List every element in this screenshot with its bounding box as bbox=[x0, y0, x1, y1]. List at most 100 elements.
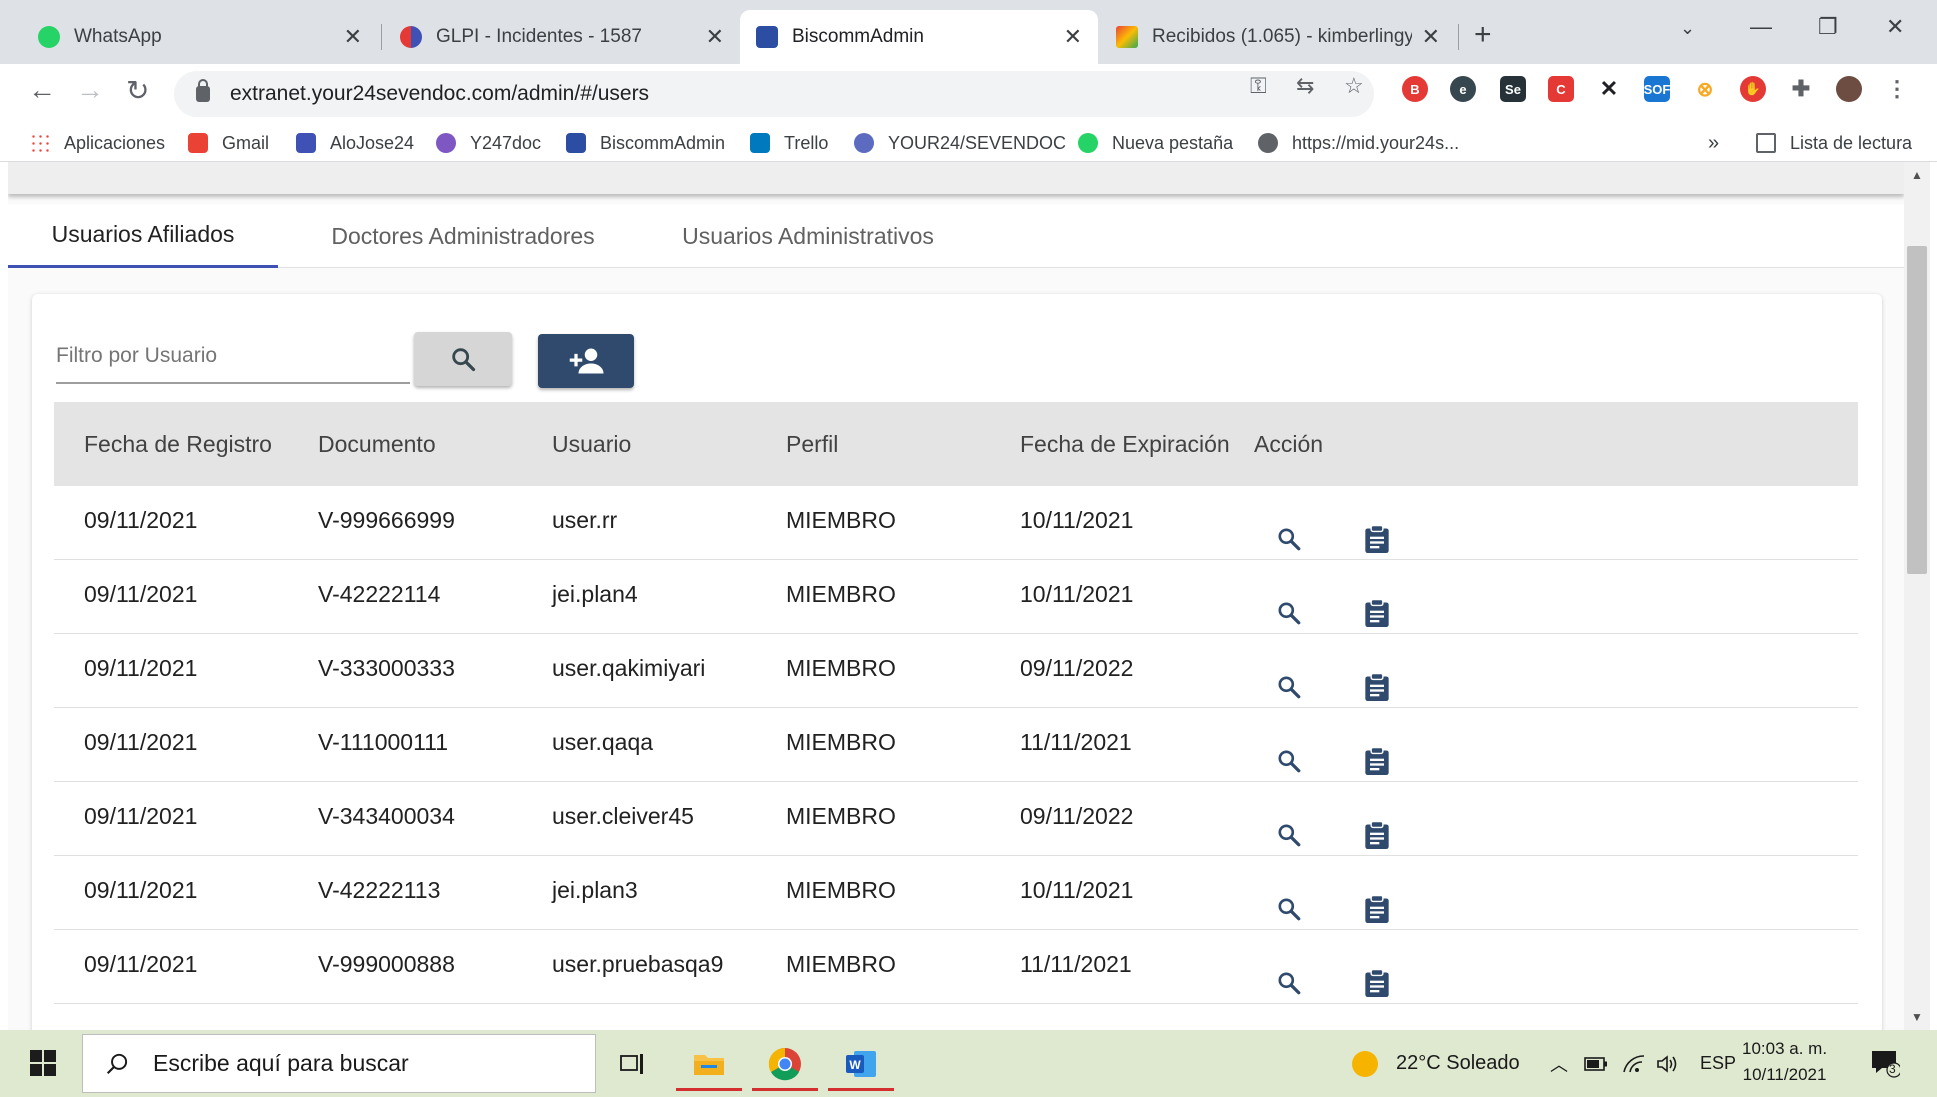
show-hidden-icons[interactable]: ︿ bbox=[1550, 1030, 1568, 1097]
notification-center-button[interactable]: 3 bbox=[1870, 1048, 1902, 1078]
gmail-icon bbox=[188, 133, 208, 153]
users-table: Fecha de Registro Documento Usuario Perf… bbox=[54, 402, 1858, 1004]
back-button[interactable]: ← bbox=[28, 74, 56, 106]
extension-icon[interactable]: ⊗ bbox=[1692, 76, 1718, 102]
user-details-button[interactable] bbox=[1362, 894, 1392, 924]
file-explorer-button[interactable] bbox=[672, 1036, 746, 1091]
bookmark-your24sevendoc[interactable]: YOUR24/SEVENDOC bbox=[854, 124, 1066, 162]
view-user-button[interactable] bbox=[1274, 524, 1304, 554]
minimize-button[interactable]: — bbox=[1750, 14, 1772, 40]
extension-icon[interactable]: e bbox=[1450, 76, 1476, 102]
view-user-button[interactable] bbox=[1274, 820, 1304, 850]
bookmark-biscommadmin[interactable]: BiscommAdmin bbox=[566, 124, 725, 162]
user-details-button[interactable] bbox=[1362, 524, 1392, 554]
close-window-button[interactable]: ✕ bbox=[1886, 14, 1904, 40]
view-user-button[interactable] bbox=[1274, 968, 1304, 998]
user-details-button[interactable] bbox=[1362, 598, 1392, 628]
clock-time: 10:03 a. m. bbox=[1742, 1039, 1828, 1058]
windows-start-icon[interactable] bbox=[30, 1050, 56, 1076]
svg-text:W: W bbox=[849, 1058, 861, 1072]
wifi-icon[interactable] bbox=[1622, 1030, 1646, 1097]
taskbar-clock[interactable]: 10:03 a. m. 10/11/2021 bbox=[1742, 1036, 1827, 1088]
taskbar-search-box[interactable]: Escribe aquí para buscar bbox=[82, 1034, 596, 1093]
weather-widget[interactable]: 22°C Soleado bbox=[1352, 1030, 1520, 1097]
close-icon[interactable]: ✕ bbox=[1422, 24, 1440, 50]
header-fecha-registro[interactable]: Fecha de Registro bbox=[84, 402, 272, 486]
chrome-icon bbox=[768, 1047, 801, 1080]
apps-grid-icon bbox=[30, 133, 50, 153]
view-user-button[interactable] bbox=[1274, 598, 1304, 628]
bookmarks-overflow-button[interactable]: » bbox=[1708, 124, 1719, 162]
view-user-button[interactable] bbox=[1274, 746, 1304, 776]
view-user-button[interactable] bbox=[1274, 672, 1304, 702]
bookmark-apps[interactable]: Aplicaciones bbox=[30, 124, 165, 162]
bookmark-nueva-pestana[interactable]: Nueva pestaña bbox=[1078, 124, 1233, 162]
tab-usuarios-afiliados[interactable]: Usuarios Afiliados bbox=[8, 204, 278, 268]
scrollbar-thumb[interactable] bbox=[1907, 246, 1927, 574]
bookmark-alojose24[interactable]: AloJose24 bbox=[296, 124, 414, 162]
cell-fecha-expiracion: 11/11/2021 bbox=[1020, 950, 1132, 977]
tab-biscommadmin[interactable]: BiscommAdmin ✕ bbox=[740, 10, 1098, 64]
table-row: 09/11/2021 V-999666999 user.rr MIEMBRO 10/11… bbox=[54, 486, 1858, 560]
scroll-down-arrow[interactable]: ▼ bbox=[1911, 1010, 1923, 1024]
address-bar[interactable]: extranet.your24sevendoc.com/admin/#/user… bbox=[174, 71, 1374, 117]
tab-gmail[interactable]: Recibidos (1.065) - kimberlingyar ✕ bbox=[1100, 10, 1456, 64]
header-perfil[interactable]: Perfil bbox=[786, 402, 838, 486]
forward-button[interactable]: → bbox=[76, 74, 104, 106]
close-icon[interactable]: ✕ bbox=[1064, 24, 1082, 50]
profile-avatar[interactable] bbox=[1836, 76, 1862, 102]
bookmark-mid-your24s[interactable]: https://mid.your24s... bbox=[1258, 124, 1459, 162]
extension-icon[interactable]: C bbox=[1548, 76, 1574, 102]
word-taskbar-button[interactable]: W bbox=[824, 1036, 898, 1091]
new-tab-button[interactable]: + bbox=[1474, 18, 1492, 52]
active-indicator bbox=[676, 1088, 742, 1091]
bookmark-star-icon[interactable]: ☆ bbox=[1344, 73, 1364, 99]
cell-usuario: jei.plan3 bbox=[552, 876, 638, 903]
view-user-button[interactable] bbox=[1274, 894, 1304, 924]
bookmark-trello[interactable]: Trello bbox=[750, 124, 828, 162]
puzzle-extensions-icon[interactable]: ✚ bbox=[1788, 76, 1814, 102]
task-view-button[interactable] bbox=[596, 1036, 670, 1091]
header-fecha-expiracion[interactable]: Fecha de Expiración bbox=[1020, 402, 1230, 486]
sof-extension-icon[interactable]: SOF bbox=[1644, 76, 1670, 102]
search-button[interactable] bbox=[414, 332, 512, 386]
reload-button[interactable]: ↻ bbox=[126, 74, 149, 107]
tab-search-icon[interactable]: ⌄ bbox=[1680, 18, 1695, 39]
cell-perfil: MIEMBRO bbox=[786, 802, 896, 829]
volume-icon[interactable] bbox=[1656, 1030, 1680, 1097]
scroll-up-arrow[interactable]: ▲ bbox=[1911, 168, 1923, 182]
header-documento[interactable]: Documento bbox=[318, 402, 436, 486]
tab-glpi[interactable]: GLPI - Incidentes - 1587 ✕ bbox=[384, 10, 740, 64]
tab-whatsapp[interactable]: WhatsApp ✕ bbox=[22, 10, 378, 64]
menu-dots-icon[interactable]: ⋮ bbox=[1884, 76, 1910, 102]
page-scrollbar[interactable]: ▲ ▼ bbox=[1904, 162, 1930, 1030]
extension-icon[interactable]: B bbox=[1402, 76, 1428, 102]
key-icon[interactable]: ⚿ bbox=[1250, 73, 1267, 99]
translate-icon[interactable]: ⇆ bbox=[1296, 73, 1314, 99]
battery-icon[interactable] bbox=[1584, 1030, 1608, 1097]
close-icon[interactable]: ✕ bbox=[344, 24, 362, 50]
search-icon bbox=[1278, 750, 1301, 773]
extension-icon[interactable]: ✕ bbox=[1596, 76, 1622, 102]
selenium-extension-icon[interactable]: Se bbox=[1500, 76, 1526, 102]
biscomm-icon bbox=[566, 133, 586, 153]
restore-button[interactable]: ❐ bbox=[1818, 14, 1838, 40]
user-details-button[interactable] bbox=[1362, 820, 1392, 850]
lock-icon[interactable] bbox=[196, 79, 210, 102]
add-user-button[interactable] bbox=[538, 334, 634, 388]
reading-list-button[interactable]: Lista de lectura bbox=[1756, 124, 1912, 162]
bookmark-y247doc[interactable]: Y247doc bbox=[436, 124, 541, 162]
chrome-taskbar-button[interactable] bbox=[748, 1036, 822, 1091]
cell-perfil: MIEMBRO bbox=[786, 654, 896, 681]
user-filter-input[interactable]: Filtro por Usuario bbox=[56, 332, 410, 384]
user-details-button[interactable] bbox=[1362, 746, 1392, 776]
user-details-button[interactable] bbox=[1362, 672, 1392, 702]
tab-usuarios-administrativos[interactable]: Usuarios Administrativos bbox=[648, 204, 968, 268]
header-usuario[interactable]: Usuario bbox=[552, 402, 631, 486]
language-indicator[interactable]: ESP bbox=[1700, 1030, 1736, 1097]
bookmark-gmail[interactable]: Gmail bbox=[188, 124, 269, 162]
close-icon[interactable]: ✕ bbox=[706, 24, 724, 50]
tab-doctores-administradores[interactable]: Doctores Administradores bbox=[278, 204, 648, 268]
adblock-icon[interactable]: ✋ bbox=[1740, 76, 1766, 102]
user-details-button[interactable] bbox=[1362, 968, 1392, 998]
